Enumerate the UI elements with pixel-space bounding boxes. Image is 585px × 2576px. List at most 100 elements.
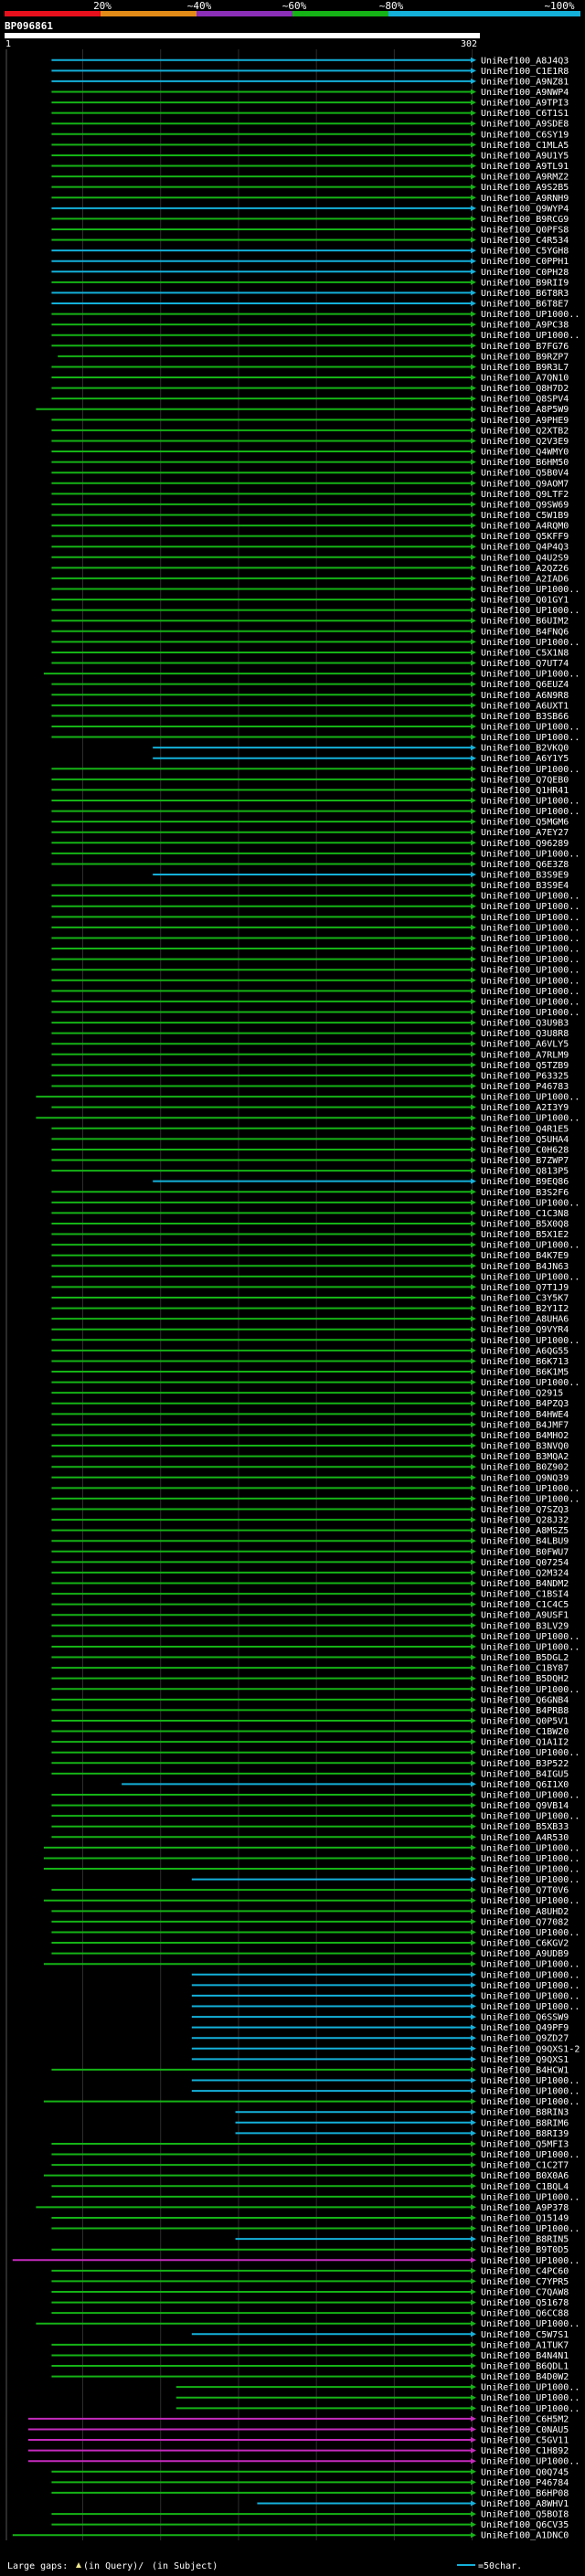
hit-label[interactable]: UniRef100_A6VLY5 [481,1040,569,1050]
hit-label[interactable]: UniRef100_C4R534 [481,236,569,246]
hit-label[interactable]: UniRef100_Q2915 [481,1389,563,1399]
hit-label[interactable]: UniRef100_Q9ZD27 [481,2034,569,2044]
hit-label[interactable]: UniRef100_C7YPR5 [481,2277,569,2287]
hit-label[interactable]: UniRef100_Q6I1X0 [481,1780,569,1790]
hit-label[interactable]: UniRef100_UP1000.. [481,331,580,341]
hit-label[interactable]: UniRef100_Q2XTB2 [481,426,569,436]
hit-label[interactable]: UniRef100_B8RIN3 [481,2108,569,2118]
hit-label[interactable]: UniRef100_UP1000.. [481,1791,580,1801]
hit-label[interactable]: UniRef100_UP1000.. [481,955,580,965]
hit-label[interactable]: UniRef100_B5XB33 [481,1822,569,1832]
hit-label[interactable]: UniRef100_Q8SPV4 [481,395,569,405]
hit-label[interactable]: UniRef100_UP1000.. [481,1854,580,1864]
hit-label[interactable]: UniRef100_UP1000.. [481,2319,580,2329]
hit-label[interactable]: UniRef100_UP1000.. [481,1484,580,1494]
hit-label[interactable]: UniRef100_C6H5M2 [481,2414,569,2424]
hit-label[interactable]: UniRef100_UP1000.. [481,1970,580,1980]
hit-label[interactable]: UniRef100_A4R530 [481,1833,569,1843]
hit-label[interactable]: UniRef100_A9TL91 [481,162,569,172]
hit-label[interactable]: UniRef100_A9TPI3 [481,99,569,109]
hit-label[interactable]: UniRef100_UP1000.. [481,1198,580,1208]
hit-label[interactable]: UniRef100_A2IAD6 [481,574,569,584]
hit-label[interactable]: UniRef100_UP1000.. [481,670,580,680]
hit-label[interactable]: UniRef100_Q3U9B3 [481,1019,569,1029]
hit-label[interactable]: UniRef100_UP1000.. [481,1494,580,1504]
hit-label[interactable]: UniRef100_A8UHA6 [481,1315,569,1325]
hit-label[interactable]: UniRef100_Q6E3Z8 [481,860,569,870]
hit-label[interactable]: UniRef100_C5YGH8 [481,247,569,257]
hit-label[interactable]: UniRef100_C6SY19 [481,130,569,140]
hit-label[interactable]: UniRef100_A9S2B5 [481,183,569,193]
hit-label[interactable]: UniRef100_A2QZ26 [481,564,569,574]
hit-label[interactable]: UniRef100_Q4WMY0 [481,448,569,458]
hit-label[interactable]: UniRef100_C0PH28 [481,268,569,278]
hit-label[interactable]: UniRef100_UP1000.. [481,585,580,595]
hit-label[interactable]: UniRef100_C6KGV2 [481,1939,569,1949]
hit-label[interactable]: UniRef100_UP1000.. [481,2150,580,2160]
hit-label[interactable]: UniRef100_B9RZP7 [481,352,569,362]
hit-label[interactable]: UniRef100_Q6EUZ4 [481,680,569,690]
hit-label[interactable]: UniRef100_B3MQA2 [481,1452,569,1462]
hit-label[interactable]: UniRef100_B9EQ86 [481,1177,569,1187]
hit-label[interactable]: UniRef100_B6UIM2 [481,617,569,627]
hit-label[interactable]: UniRef100_A9NWP4 [481,88,569,98]
hit-label[interactable]: UniRef100_UP1000.. [481,733,580,743]
hit-label[interactable]: UniRef100_UP1000.. [481,997,580,1007]
hit-label[interactable]: UniRef100_B4HCW1 [481,2065,569,2075]
hit-label[interactable]: UniRef100_B8RIM6 [481,2118,569,2128]
hit-label[interactable]: UniRef100_Q9VB14 [481,1801,569,1811]
hit-label[interactable]: UniRef100_UP1000.. [481,987,580,997]
hit-label[interactable]: UniRef100_C1MLA5 [481,141,569,151]
hit-label[interactable]: UniRef100_Q9VYR4 [481,1325,569,1335]
hit-label[interactable]: UniRef100_UP1000.. [481,1843,580,1853]
hit-label[interactable]: UniRef100_Q5UHA4 [481,1135,569,1145]
hit-label[interactable]: UniRef100_A2I3Y9 [481,1103,569,1113]
hit-label[interactable]: UniRef100_A9PC38 [481,321,569,331]
hit-label[interactable]: UniRef100_Q7QEB0 [481,775,569,785]
hit-label[interactable]: UniRef100_UP1000.. [481,1960,580,1970]
hit-label[interactable]: UniRef100_A9UDB9 [481,1949,569,1959]
hit-label[interactable]: UniRef100_UP1000.. [481,1241,580,1251]
hit-label[interactable]: UniRef100_A6QG55 [481,1346,569,1356]
hit-label[interactable]: UniRef100_UP1000.. [481,1928,580,1938]
hit-label[interactable]: UniRef100_UP1000.. [481,945,580,955]
hit-label[interactable]: UniRef100_UP1000.. [481,1685,580,1695]
hit-label[interactable]: UniRef100_UP1000.. [481,765,580,775]
hit-label[interactable]: UniRef100_B9RII9 [481,278,569,288]
hit-label[interactable]: UniRef100_UP1000.. [481,1896,580,1906]
hit-label[interactable]: UniRef100_Q7SZQ3 [481,1505,569,1515]
hit-label[interactable]: UniRef100_B3SB66 [481,712,569,722]
hit-label[interactable]: UniRef100_B6T8E7 [481,300,569,310]
hit-label[interactable]: UniRef100_Q0PFS8 [481,225,569,235]
hit-label[interactable]: UniRef100_B2VKQ0 [481,744,569,754]
hit-label[interactable]: UniRef100_P46784 [481,2478,569,2488]
hit-label[interactable]: UniRef100_UP1000.. [481,1981,580,1991]
hit-label[interactable]: UniRef100_A7QN10 [481,374,569,384]
hit-label[interactable]: UniRef100_UP1000.. [481,849,580,859]
hit-label[interactable]: UniRef100_UP1000.. [481,1865,580,1875]
hit-label[interactable]: UniRef100_B4IGU5 [481,1769,569,1779]
hit-label[interactable]: UniRef100_UP1000.. [481,2404,580,2414]
hit-label[interactable]: UniRef100_Q6GNB4 [481,1695,569,1705]
hit-label[interactable]: UniRef100_UP1000.. [481,807,580,817]
hit-label[interactable]: UniRef100_UP1000.. [481,2224,580,2234]
hit-label[interactable]: UniRef100_C0H628 [481,1145,569,1155]
hit-label[interactable]: UniRef100_C1C2T7 [481,2161,569,2171]
hit-label[interactable]: UniRef100_B5DGL2 [481,1653,569,1663]
hit-label[interactable]: UniRef100_UP1000.. [481,892,580,902]
hit-label[interactable]: UniRef100_UP1000.. [481,1991,580,2001]
hit-label[interactable]: UniRef100_Q5MGM6 [481,818,569,828]
hit-label[interactable]: UniRef100_B6HP08 [481,2488,569,2498]
hit-label[interactable]: UniRef100_Q813P5 [481,1167,569,1177]
hit-label[interactable]: UniRef100_Q1HR41 [481,786,569,796]
hit-label[interactable]: UniRef100_B4JN63 [481,1262,569,1272]
hit-label[interactable]: UniRef100_B4PZQ3 [481,1399,569,1409]
hit-label[interactable]: UniRef100_Q7T1J9 [481,1283,569,1293]
hit-label[interactable]: UniRef100_Q51678 [481,2298,569,2308]
hit-label[interactable]: UniRef100_C5W7S1 [481,2330,569,2340]
hit-label[interactable]: UniRef100_Q77082 [481,1917,569,1927]
hit-label[interactable]: UniRef100_A9PHE9 [481,416,569,426]
hit-label[interactable]: UniRef100_P63325 [481,1071,569,1081]
hit-label[interactable]: UniRef100_A7EY27 [481,828,569,838]
hit-label[interactable]: UniRef100_UP1000.. [481,797,580,807]
